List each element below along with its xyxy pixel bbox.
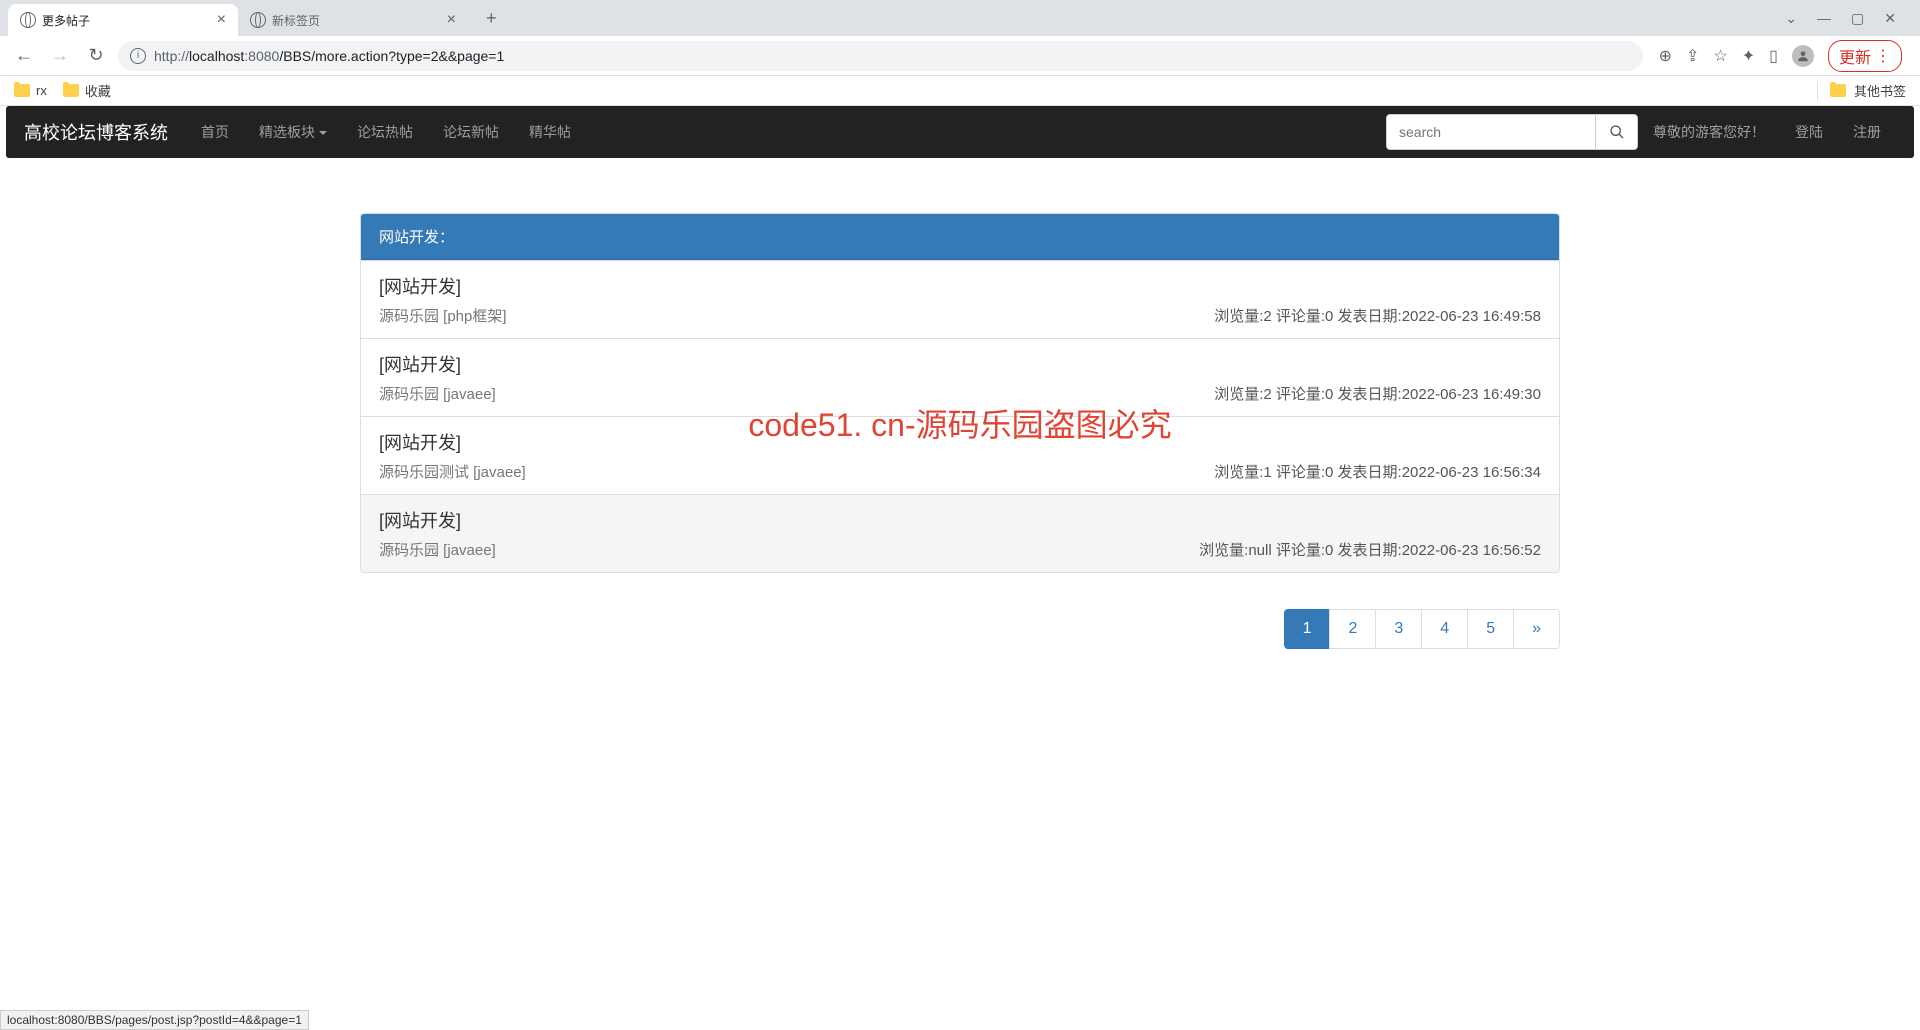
forward-button[interactable]: → [46,42,74,70]
browser-toolbar: ← → ↻ i http://localhost:8080/BBS/more.a… [0,36,1920,76]
guest-greeting: 尊敬的游客您好！ [1638,122,1780,142]
post-item[interactable]: [网站开发] 源码乐园测试 [javaee] 浏览量:1 评论量:0 发表日期:… [361,416,1559,494]
page-number[interactable]: 4 [1421,609,1468,649]
post-title: [网站开发] [379,273,1541,299]
posts-list: [网站开发] 源码乐园 [php框架] 浏览量:2 评论量:0 发表日期:202… [361,260,1559,572]
browser-tab[interactable]: 新标签页 × [238,4,468,36]
tab-bar: 更多帖子 × 新标签页 × + ⌄ — ▢ ✕ [0,0,1920,36]
url-text: http://localhost:8080/BBS/more.action?ty… [154,48,504,64]
back-button[interactable]: ← [10,42,38,70]
post-stats: 浏览量:2 评论量:0 发表日期:2022-06-23 16:49:30 [1214,383,1541,404]
globe-icon [20,12,36,28]
navbar-brand[interactable]: 高校论坛博客系统 [6,119,186,145]
post-stats: 浏览量:2 评论量:0 发表日期:2022-06-23 16:49:58 [1214,305,1541,326]
post-author: 源码乐园测试 [javaee] [379,461,526,482]
tab-title: 新标签页 [272,12,320,29]
bookmark-star-icon[interactable]: ☆ [1713,46,1727,66]
close-window-icon[interactable]: ✕ [1884,10,1896,27]
post-title: [网站开发] [379,507,1541,533]
nav-item[interactable]: 论坛新帖 [428,106,514,158]
new-tab-button[interactable]: + [476,8,507,29]
update-button[interactable]: 更新⋮ [1828,40,1902,72]
search-icon [1609,124,1625,140]
post-title: [网站开发] [379,351,1541,377]
bookmark-bar: rx 收藏 其他书签 [0,76,1920,106]
browser-tab[interactable]: 更多帖子 × [8,4,238,36]
search-button[interactable] [1596,114,1638,150]
page-navbar: 高校论坛博客系统 首页精选板块论坛热帖论坛新帖精华帖 尊敬的游客您好！ 登陆 注… [6,106,1914,158]
zoom-icon[interactable]: ⊕ [1659,46,1672,66]
page-number[interactable]: 3 [1375,609,1422,649]
post-stats: 浏览量:null 评论量:0 发表日期:2022-06-23 16:56:52 [1199,539,1541,560]
minimize-icon[interactable]: — [1817,10,1831,27]
folder-icon [14,84,30,97]
nav-item[interactable]: 精选板块 [244,106,342,158]
maximize-icon[interactable]: ▢ [1851,10,1864,27]
search-input[interactable] [1386,114,1596,150]
profile-avatar-icon[interactable] [1792,45,1814,67]
caret-down-icon [319,131,327,135]
bookmark-item[interactable]: 收藏 [63,81,111,100]
folder-icon [1830,84,1846,97]
search-group [1386,114,1638,150]
page-next[interactable]: » [1513,609,1560,649]
page-number[interactable]: 5 [1467,609,1514,649]
pagination-wrap: 12345» [360,609,1560,649]
bookmark-label: rx [36,83,47,98]
other-bookmarks[interactable]: 其他书签 [1817,81,1906,100]
main-container: 网站开发： [网站开发] 源码乐园 [php框架] 浏览量:2 评论量:0 发表… [345,213,1575,649]
bookmark-item[interactable]: rx [14,81,47,100]
nav-item[interactable]: 论坛热帖 [342,106,428,158]
tab-close-icon[interactable]: × [447,11,456,29]
posts-panel: 网站开发： [网站开发] 源码乐园 [php框架] 浏览量:2 评论量:0 发表… [360,213,1560,573]
tab-close-icon[interactable]: × [217,11,226,29]
login-link[interactable]: 登陆 [1780,106,1838,158]
pagination: 12345» [1285,609,1560,649]
chevron-down-icon[interactable]: ⌄ [1785,10,1797,27]
side-panel-icon[interactable]: ▯ [1769,46,1778,66]
post-item[interactable]: [网站开发] 源码乐园 [javaee] 浏览量:2 评论量:0 发表日期:20… [361,338,1559,416]
extensions-icon[interactable]: ✦ [1742,46,1755,66]
folder-icon [63,84,79,97]
nav-item[interactable]: 首页 [186,106,244,158]
panel-heading: 网站开发： [361,214,1559,260]
post-author: 源码乐园 [php框架] [379,305,507,326]
address-bar[interactable]: i http://localhost:8080/BBS/more.action?… [118,41,1643,71]
browser-chrome: 更多帖子 × 新标签页 × + ⌄ — ▢ ✕ ← → ↻ i http://loca… [0,0,1920,106]
tab-title: 更多帖子 [42,12,90,29]
site-info-icon[interactable]: i [130,48,146,64]
page-number[interactable]: 1 [1284,609,1331,649]
globe-icon [250,12,266,28]
post-title: [网站开发] [379,429,1541,455]
window-controls: ⌄ — ▢ ✕ [1769,10,1912,27]
bookmark-label: 收藏 [85,81,111,100]
post-item[interactable]: [网站开发] 源码乐园 [php框架] 浏览量:2 评论量:0 发表日期:202… [361,260,1559,338]
navbar-nav: 首页精选板块论坛热帖论坛新帖精华帖 [186,106,586,158]
share-icon[interactable]: ⇪ [1686,46,1699,66]
reload-button[interactable]: ↻ [82,42,110,70]
register-link[interactable]: 注册 [1838,106,1896,158]
post-stats: 浏览量:1 评论量:0 发表日期:2022-06-23 16:56:34 [1214,461,1541,482]
status-bar: localhost:8080/BBS/pages/post.jsp?postId… [0,1010,309,1030]
nav-item[interactable]: 精华帖 [514,106,586,158]
post-item[interactable]: [网站开发] 源码乐园 [javaee] 浏览量:null 评论量:0 发表日期… [361,494,1559,572]
post-author: 源码乐园 [javaee] [379,539,496,560]
toolbar-icons: ⊕ ⇪ ☆ ✦ ▯ 更新⋮ [1651,40,1910,72]
page-number[interactable]: 2 [1329,609,1376,649]
post-author: 源码乐园 [javaee] [379,383,496,404]
